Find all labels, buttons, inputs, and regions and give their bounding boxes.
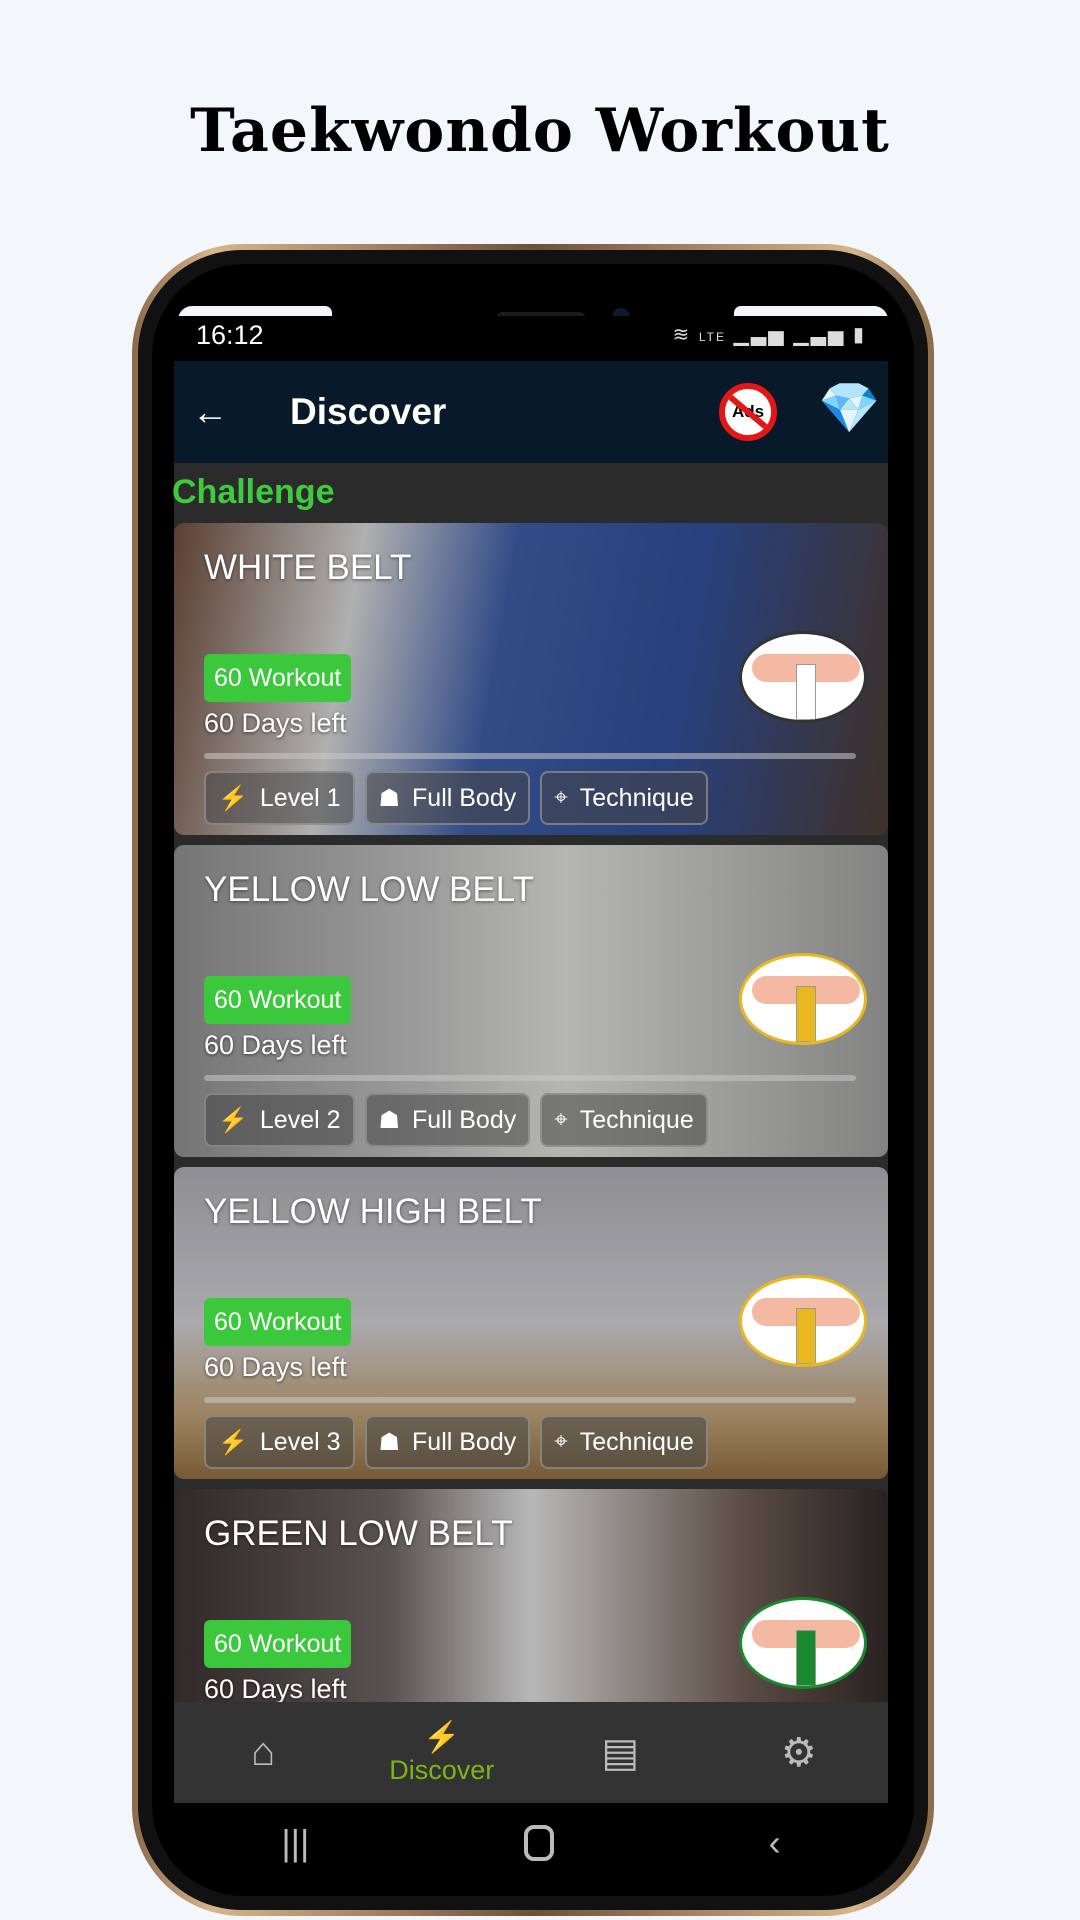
- days-left: 60 Days left: [204, 1352, 347, 1382]
- nav-label: Discover: [389, 1754, 495, 1785]
- signal-icon: ▁▃▅: [733, 324, 786, 346]
- chip-label: Full Body: [412, 783, 517, 812]
- lightning-icon: ⚡: [218, 1428, 248, 1456]
- wifi-icon: ≋: [672, 324, 692, 346]
- status-icons: ≋ LTE ▁▃▅ ▁▃▅ ▮: [673, 322, 866, 347]
- chip-label: Technique: [579, 1427, 694, 1456]
- page-title: Discover: [290, 391, 447, 432]
- belt-icon: [739, 953, 867, 1045]
- remove-ads-button[interactable]: Ads: [719, 383, 777, 441]
- card-title: YELLOW HIGH BELT: [204, 1192, 542, 1231]
- lightning-icon: ⚡: [423, 1720, 461, 1754]
- days-left: 60 Days left: [204, 1030, 347, 1060]
- lte-icon: LTE: [698, 330, 726, 344]
- phone-frame: 16:12 ≋ LTE ▁▃▅ ▁▃▅ ▮ ← Discover Ads 💎 C…: [132, 244, 934, 1916]
- nav-item-lightning[interactable]: ⚡ Discover: [353, 1702, 532, 1803]
- gear-icon: ⚙: [780, 1730, 817, 1775]
- challenge-list[interactable]: WHITE BELT 60 Workout 60 Days left ⚡ Leve…: [174, 523, 888, 1702]
- target-icon: ⌖: [554, 1106, 568, 1133]
- challenge-card[interactable]: GREEN LOW BELT 60 Workout 60 Days left: [174, 1489, 888, 1702]
- chip-label: Technique: [579, 1105, 694, 1134]
- status-time: 16:12: [196, 320, 264, 350]
- challenge-card[interactable]: WHITE BELT 60 Workout 60 Days left ⚡ Leve…: [174, 523, 888, 835]
- chip-label: Full Body: [412, 1105, 517, 1134]
- lightning-icon: ⚡: [218, 1106, 248, 1134]
- chip: ⚡ Level 1: [204, 771, 355, 825]
- home-icon: ⌂: [251, 1730, 276, 1774]
- battery-icon: ▮: [852, 324, 866, 346]
- home-button-icon[interactable]: [524, 1825, 555, 1861]
- promo-headline: Taekwondo Workout: [190, 96, 890, 166]
- belt-icon: [739, 631, 867, 723]
- nav-item-gear[interactable]: ⚙: [710, 1702, 889, 1803]
- signal-icon: ▁▃▅: [793, 324, 846, 346]
- workout-count-badge: 60 Workout: [204, 654, 352, 702]
- calendar-icon: ▤: [601, 1730, 640, 1775]
- days-left: 60 Days left: [204, 1674, 347, 1702]
- body-icon: ☗: [378, 784, 401, 812]
- recents-icon[interactable]: |||: [281, 1822, 309, 1864]
- bottom-nav: ⌂ ⚡ Discover ▤ ⚙: [174, 1702, 888, 1803]
- section-title: Challenge: [172, 473, 335, 511]
- chip-label: Level 3: [259, 1427, 341, 1456]
- no-ads-icon: Ads: [731, 402, 765, 421]
- app-screen: 16:12 ≋ LTE ▁▃▅ ▁▃▅ ▮ ← Discover Ads 💎 C…: [172, 316, 888, 1886]
- app-bar: ← Discover Ads 💎: [174, 361, 888, 463]
- days-left: 60 Days left: [204, 708, 347, 738]
- progress-bar: [204, 753, 856, 759]
- body-icon: ☗: [378, 1106, 401, 1134]
- workout-count-badge: 60 Workout: [204, 1298, 352, 1346]
- section-header: Challenge: [172, 463, 888, 523]
- body-icon: ☗: [378, 1428, 401, 1456]
- chip-label: Level 2: [259, 1105, 341, 1134]
- lightning-icon: ⚡: [218, 784, 248, 812]
- target-icon: ⌖: [554, 784, 568, 811]
- system-nav-bar: ||| ‹: [174, 1803, 888, 1883]
- challenge-card[interactable]: YELLOW HIGH BELT 60 Workout 60 Days left…: [174, 1167, 888, 1479]
- chip-label: Full Body: [412, 1427, 517, 1456]
- chip: ⌖ Technique: [540, 1093, 708, 1147]
- chip: ☗ Full Body: [364, 771, 531, 825]
- nav-item-home[interactable]: ⌂: [174, 1702, 353, 1803]
- card-title: WHITE BELT: [204, 548, 412, 587]
- arrow-left-icon[interactable]: ←: [192, 391, 228, 433]
- nav-item-calendar[interactable]: ▤: [531, 1702, 710, 1803]
- challenge-card[interactable]: YELLOW LOW BELT 60 Workout 60 Days left …: [174, 845, 888, 1157]
- progress-bar: [204, 1075, 856, 1081]
- progress-bar: [204, 1397, 856, 1403]
- chip-label: Level 1: [259, 783, 341, 812]
- chip: ⚡ Level 3: [204, 1415, 355, 1469]
- workout-count-badge: 60 Workout: [204, 976, 352, 1024]
- chip: ☗ Full Body: [364, 1093, 531, 1147]
- diamond-icon[interactable]: 💎: [818, 379, 880, 438]
- back-icon[interactable]: ‹: [769, 1822, 781, 1864]
- chip-label: Technique: [579, 783, 694, 812]
- belt-icon: [739, 1275, 867, 1367]
- chip: ☗ Full Body: [364, 1415, 531, 1469]
- card-title: GREEN LOW BELT: [204, 1514, 513, 1553]
- card-title: YELLOW LOW BELT: [204, 870, 534, 909]
- chip: ⚡ Level 2: [204, 1093, 355, 1147]
- workout-count-badge: 60 Workout: [204, 1620, 352, 1668]
- chip: ⌖ Technique: [540, 771, 708, 825]
- belt-icon: [739, 1597, 867, 1689]
- target-icon: ⌖: [554, 1428, 568, 1455]
- chip: ⌖ Technique: [540, 1415, 708, 1469]
- status-bar: 16:12 ≋ LTE ▁▃▅ ▁▃▅ ▮: [174, 316, 888, 361]
